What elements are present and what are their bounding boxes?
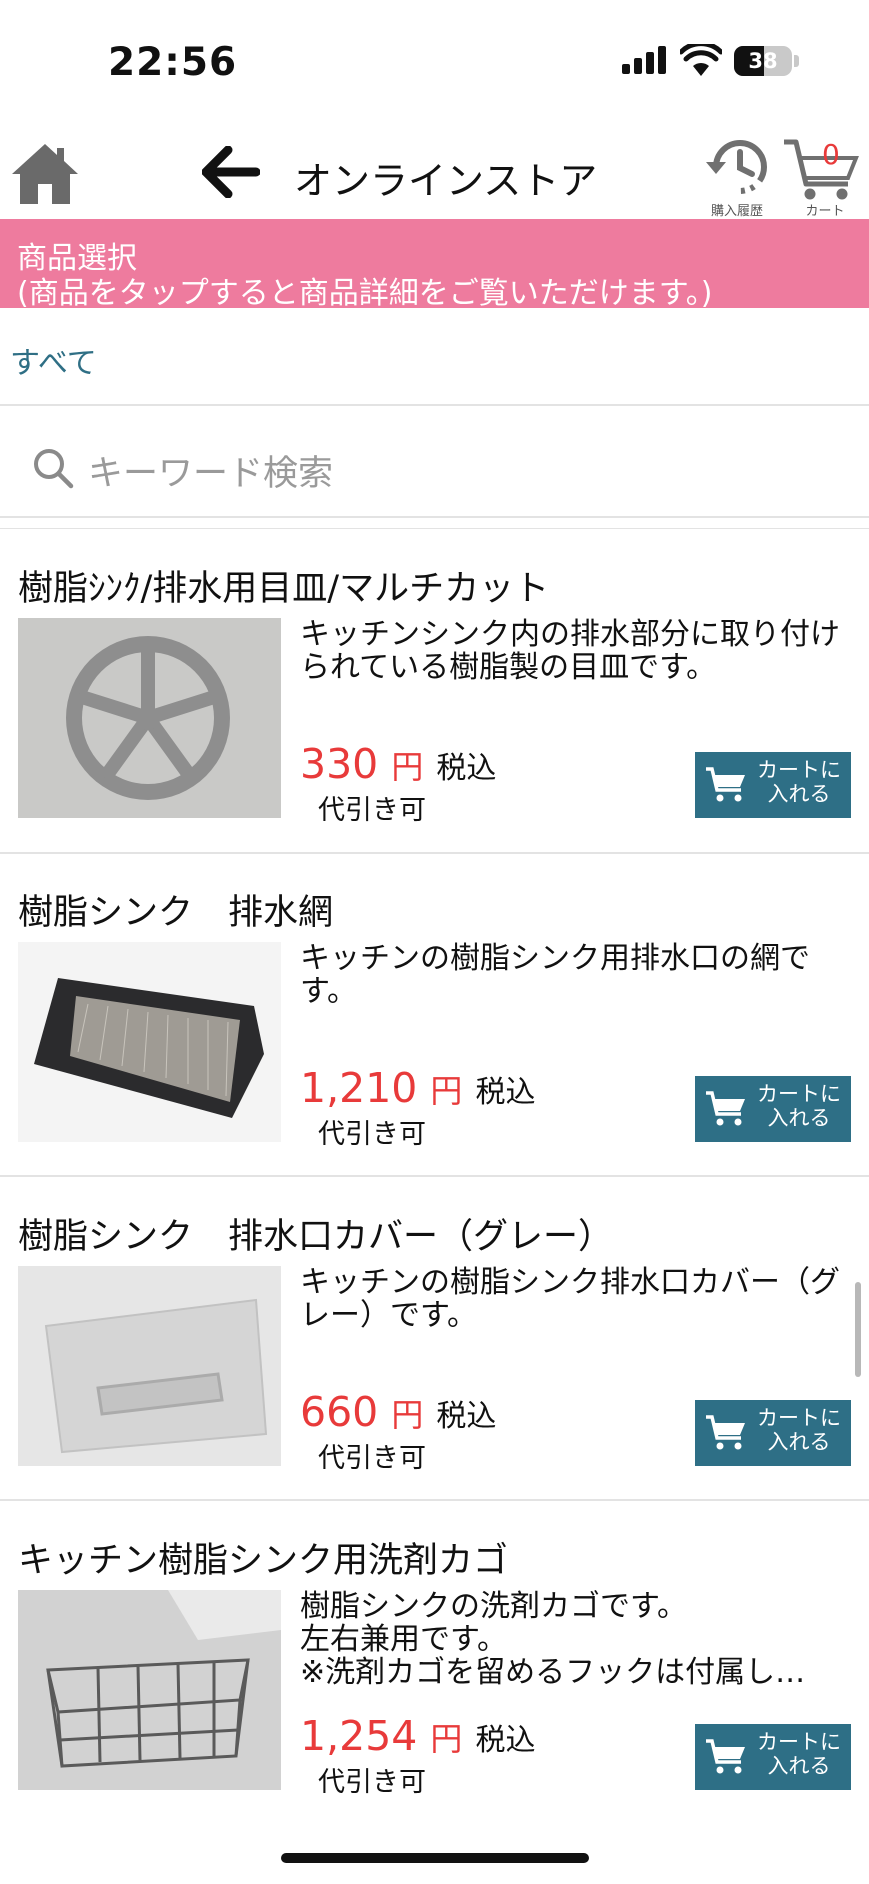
category-all-link[interactable]: すべて bbox=[10, 338, 97, 382]
cart-icon bbox=[706, 1739, 745, 1774]
button-label-line2: 入れる bbox=[767, 782, 831, 806]
currency-label: 円 bbox=[430, 1720, 463, 1758]
product-price: 1,210 円 税込 bbox=[300, 1064, 535, 1112]
product-price: 330 円 税込 bbox=[300, 740, 496, 788]
product-image[interactable] bbox=[18, 618, 281, 818]
divider bbox=[0, 852, 869, 854]
price-value: 1,254 bbox=[300, 1712, 418, 1760]
add-to-cart-button[interactable]: カートに 入れる bbox=[695, 1400, 851, 1466]
battery-icon: 38 bbox=[734, 46, 792, 76]
product-image[interactable] bbox=[18, 1266, 281, 1466]
product-title[interactable]: 樹脂シンク 排水網 bbox=[18, 884, 333, 935]
home-indicator[interactable] bbox=[281, 1853, 589, 1863]
price-value: 660 bbox=[300, 1388, 379, 1436]
button-label-line2: 入れる bbox=[767, 1106, 831, 1130]
battery-tip bbox=[794, 55, 799, 67]
button-label-line2: 入れる bbox=[767, 1430, 831, 1454]
product-description: キッチンの樹脂シンク排水口カバー（グレー）です。 bbox=[300, 1265, 840, 1333]
button-label-line1: カートに bbox=[757, 1406, 841, 1430]
detergent-basket-image bbox=[18, 1590, 281, 1790]
search-input[interactable]: キーワード検索 bbox=[88, 445, 333, 496]
product-image[interactable] bbox=[18, 1590, 281, 1790]
instruction-banner: 商品選択 (商品をタップすると商品詳細をご覧いただけます。) bbox=[0, 219, 869, 311]
add-to-cart-button[interactable]: カートに 入れる bbox=[695, 1076, 851, 1142]
cart-label[interactable]: カート bbox=[790, 200, 860, 219]
purchase-history-label[interactable]: 購入履歴 bbox=[700, 200, 774, 219]
cod-label: 代引き可 bbox=[318, 1767, 426, 1798]
product-price: 1,254 円 税込 bbox=[300, 1712, 535, 1760]
divider bbox=[0, 1499, 869, 1501]
cod-label: 代引き可 bbox=[318, 1119, 426, 1150]
button-label-line1: カートに bbox=[757, 758, 841, 782]
divider bbox=[0, 528, 869, 529]
product-price: 660 円 税込 bbox=[300, 1388, 496, 1436]
cart-icon bbox=[706, 1091, 745, 1126]
divider bbox=[0, 1175, 869, 1177]
cart-icon bbox=[706, 767, 745, 802]
tax-label: 税込 bbox=[436, 751, 497, 786]
product-title[interactable]: 樹脂ｼﾝｸ/排水用目皿/マルチカット bbox=[18, 560, 549, 611]
battery-level: 38 bbox=[748, 49, 778, 73]
product-title[interactable]: キッチン樹脂シンク用洗剤カゴ bbox=[18, 1532, 508, 1583]
product-description: 樹脂シンクの洗剤カゴです。 左右兼用です。 ※洗剤カゴを留めるフックは付属し… bbox=[300, 1590, 840, 1689]
button-label-line2: 入れる bbox=[767, 1754, 831, 1778]
product-description: キッチンの樹脂シンク用排水口の網です。 bbox=[300, 941, 810, 1009]
product-title[interactable]: 樹脂シンク 排水口カバー（グレー） bbox=[18, 1208, 613, 1259]
page-title: オンラインストア bbox=[294, 159, 598, 203]
tax-label: 税込 bbox=[436, 1399, 497, 1434]
wifi-icon bbox=[680, 44, 722, 76]
scrollbar[interactable] bbox=[855, 1282, 861, 1377]
divider bbox=[0, 404, 869, 406]
currency-label: 円 bbox=[391, 1396, 424, 1434]
add-to-cart-button[interactable]: カートに 入れる bbox=[695, 1724, 851, 1790]
cart-icon bbox=[706, 1415, 745, 1450]
product-image[interactable] bbox=[18, 942, 281, 1142]
purchase-history-icon[interactable] bbox=[700, 134, 774, 200]
back-arrow-icon[interactable] bbox=[202, 146, 260, 198]
price-value: 1,210 bbox=[300, 1064, 418, 1112]
description-line: ※洗剤カゴを留めるフックは付属し… bbox=[300, 1655, 806, 1690]
status-time: 22:56 bbox=[108, 40, 238, 85]
home-icon[interactable] bbox=[10, 140, 80, 206]
product-description: キッチンシンク内の排水部分に取り付けられている樹脂製の目皿です。 bbox=[300, 617, 840, 685]
search-icon bbox=[34, 449, 74, 489]
drain-net-image bbox=[34, 978, 264, 1118]
add-to-cart-button[interactable]: カートに 入れる bbox=[695, 752, 851, 818]
tax-label: 税込 bbox=[475, 1075, 536, 1110]
tax-label: 税込 bbox=[475, 1723, 536, 1758]
cart-count-badge: 0 bbox=[822, 138, 840, 171]
drain-plate-image bbox=[66, 636, 230, 800]
cod-label: 代引き可 bbox=[318, 1443, 426, 1474]
description-line: 樹脂シンクの洗剤カゴです。 bbox=[300, 1589, 687, 1624]
banner-subtitle: (商品をタップすると商品詳細をご覧いただけます。) bbox=[17, 276, 713, 311]
description-line: 左右兼用です。 bbox=[300, 1622, 507, 1657]
price-value: 330 bbox=[300, 740, 379, 788]
cod-label: 代引き可 bbox=[318, 795, 426, 826]
currency-label: 円 bbox=[430, 1072, 463, 1110]
divider bbox=[0, 516, 869, 518]
currency-label: 円 bbox=[391, 748, 424, 786]
drain-cover-image bbox=[44, 1298, 268, 1454]
signal-icon bbox=[622, 46, 666, 74]
button-label-line1: カートに bbox=[757, 1730, 841, 1754]
button-label-line1: カートに bbox=[757, 1082, 841, 1106]
